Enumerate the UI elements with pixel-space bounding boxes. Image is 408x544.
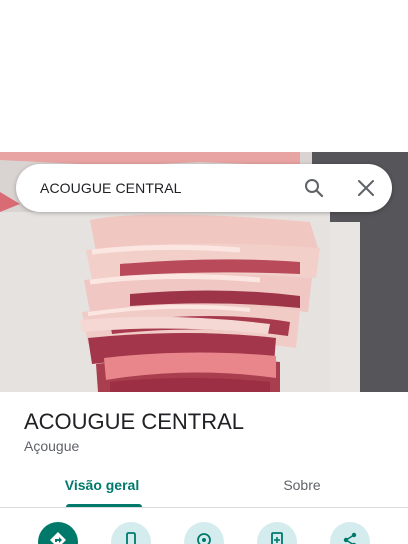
action-buttons <box>0 508 408 544</box>
search-bar[interactable]: ACOUGUE CENTRAL <box>16 164 392 212</box>
share-icon <box>343 532 357 544</box>
place-details-page: ACOUGUE CENTRAL ACOUGUE CENTRAL Açougue … <box>0 0 408 544</box>
phone-icon <box>126 532 136 544</box>
save-button[interactable] <box>257 522 297 544</box>
location-icon <box>197 533 211 544</box>
place-category: Açougue <box>24 438 80 454</box>
share-button[interactable] <box>330 522 370 544</box>
place-title: ACOUGUE CENTRAL <box>24 409 245 434</box>
nearby-button[interactable] <box>184 522 224 544</box>
call-button[interactable] <box>111 522 151 544</box>
tab-overview[interactable]: Visão geral <box>0 466 204 508</box>
directions-icon <box>50 532 66 544</box>
selected-tab-indicator <box>66 504 142 507</box>
close-icon[interactable] <box>354 176 378 200</box>
tab-about[interactable]: Sobre <box>200 466 404 508</box>
save-icon <box>271 532 283 544</box>
search-input[interactable]: ACOUGUE CENTRAL <box>40 164 182 212</box>
tab-bar: Visão geral Sobre <box>0 466 408 508</box>
search-icon[interactable] <box>302 176 326 200</box>
directions-button[interactable] <box>38 522 78 544</box>
top-blank-area <box>0 0 408 152</box>
